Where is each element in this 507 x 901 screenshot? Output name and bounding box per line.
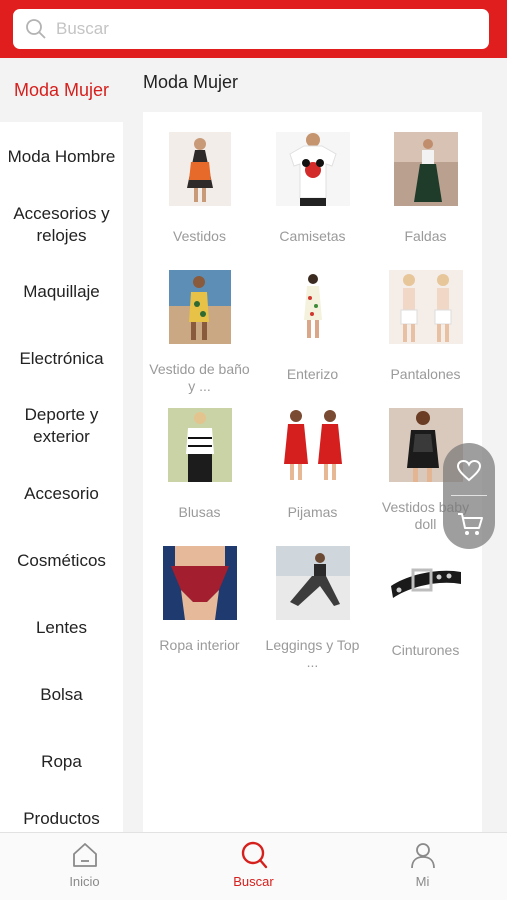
- sidebar-item-bolsa[interactable]: Bolsa: [0, 662, 123, 728]
- sidebar-item-accesorios-relojes[interactable]: Accesorios y relojes: [0, 192, 123, 258]
- subcategory-label: Camisetas: [279, 228, 346, 244]
- blusas-image: [167, 408, 232, 482]
- search-icon: [241, 841, 267, 869]
- sidebar-item-lentes[interactable]: Lentes: [0, 594, 123, 662]
- nav-inicio[interactable]: Inicio: [0, 833, 169, 901]
- subcategory-vestido-de-bano[interactable]: Vestido de baño y ...: [143, 250, 256, 394]
- heart-icon[interactable]: [456, 459, 482, 483]
- nav-label: Buscar: [233, 874, 274, 889]
- ropa-interior-image: [162, 546, 237, 620]
- sidebar-item-accesorio[interactable]: Accesorio: [0, 460, 123, 528]
- subcategory-ropa-interior[interactable]: Ropa interior: [143, 526, 256, 664]
- subcategory-blusas[interactable]: Blusas: [143, 388, 256, 526]
- camisetas-image: [275, 132, 350, 206]
- sidebar-item-cosmeticos[interactable]: Cosméticos: [0, 528, 123, 594]
- subcategory-pijamas[interactable]: Pijamas: [256, 388, 369, 526]
- subcategory-vestidos[interactable]: Vestidos: [143, 112, 256, 250]
- sidebar-item-productos[interactable]: Productos: [0, 796, 123, 832]
- subcategory-label: Blusas: [178, 504, 221, 520]
- top-header: Buscar: [0, 0, 507, 58]
- subcategory-label: Ropa interior: [159, 637, 240, 653]
- nav-mi[interactable]: Mi: [338, 833, 507, 901]
- subcategory-label: Vestidos: [173, 228, 226, 244]
- subcategory-grid: Vestidos Camisetas Faldas Vestido de bañ…: [143, 112, 482, 832]
- sidebar-item-moda-hombre[interactable]: Moda Hombre: [0, 122, 123, 192]
- leggings-top-image: [275, 546, 350, 620]
- subcategory-label: Faldas: [404, 228, 447, 244]
- subcategory-enterizo[interactable]: Enterizo: [256, 250, 369, 388]
- home-icon: [72, 843, 97, 867]
- pantalones-image: [388, 270, 463, 344]
- sidebar-item-maquillaje[interactable]: Maquillaje: [0, 258, 123, 326]
- search-input[interactable]: Buscar: [56, 19, 109, 39]
- subcategory-label: Pantalones: [390, 366, 461, 382]
- subcategory-leggings-top[interactable]: Leggings y Top ...: [256, 526, 369, 670]
- faldas-image: [393, 132, 458, 206]
- panel-title: Moda Mujer: [143, 72, 239, 92]
- pijamas-image: [275, 408, 350, 482]
- enterizo-image: [281, 270, 344, 344]
- vestidos-image: [168, 132, 231, 206]
- cart-icon[interactable]: [456, 511, 484, 537]
- subcategory-label: Pijamas: [287, 504, 338, 520]
- subcategory-label: Cinturones: [391, 642, 460, 658]
- user-icon: [410, 843, 435, 869]
- sidebar-item-electronica[interactable]: Electrónica: [0, 326, 123, 392]
- vestido-de-bano-image: [168, 270, 231, 344]
- sidebar-item-ropa[interactable]: Ropa: [0, 728, 123, 796]
- bottom-nav: Inicio Buscar Mi: [0, 832, 507, 900]
- sidebar-item-moda-mujer[interactable]: Moda Mujer: [0, 58, 123, 122]
- nav-label: Inicio: [69, 874, 100, 889]
- subcategory-faldas[interactable]: Faldas: [369, 112, 482, 250]
- search-icon: [26, 19, 46, 39]
- sidebar-item-deporte-exterior[interactable]: Deporte y exterior: [0, 392, 123, 460]
- floating-actions: [443, 443, 495, 549]
- subcategory-pantalones[interactable]: Pantalones: [369, 250, 482, 388]
- subcategory-label: Leggings y Top ...: [265, 637, 360, 670]
- category-sidebar: Moda Mujer Moda Hombre Accesorios y relo…: [0, 58, 123, 832]
- cinturones-image: [388, 546, 463, 620]
- subcategory-camisetas[interactable]: Camisetas: [256, 112, 369, 250]
- nav-label: Mi: [415, 874, 430, 889]
- subcategory-label: Enterizo: [286, 366, 339, 382]
- fab-divider: [451, 495, 487, 496]
- nav-buscar[interactable]: Buscar: [169, 833, 338, 901]
- search-bar[interactable]: Buscar: [13, 9, 489, 49]
